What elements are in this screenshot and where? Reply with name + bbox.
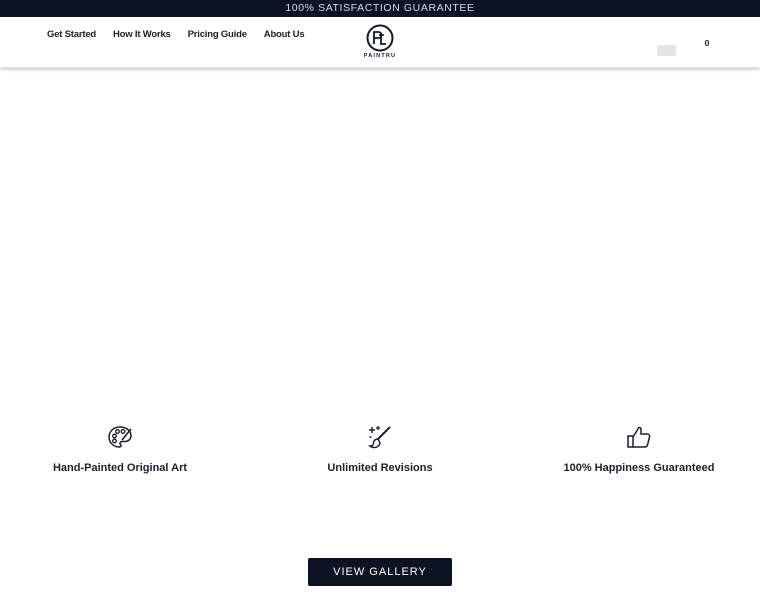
logo-mark-icon — [366, 24, 394, 52]
feature-revisions: Unlimited Revisions — [260, 424, 500, 474]
brush-sparkle-icon — [367, 426, 391, 449]
thumbs-up-icon — [627, 426, 651, 448]
nav-how-it-works[interactable]: How It Works — [113, 29, 171, 40]
feature-label: Hand-Painted Original Art — [52, 462, 188, 474]
cart-icon[interactable] — [657, 45, 676, 56]
nav-about-us[interactable]: About Us — [264, 29, 305, 40]
feature-happiness: 100% Happiness Guaranteed — [519, 424, 759, 474]
nav-get-started[interactable]: Get Started — [47, 29, 96, 40]
features-row: Hand-Painted Original Art Unlimited Revi… — [0, 424, 760, 484]
announcement-bar: 100% SATISFACTION GUARANTEE — [0, 0, 760, 17]
nav-pricing-guide[interactable]: Pricing Guide — [188, 29, 247, 40]
palette-icon — [108, 426, 132, 448]
feature-hand-painted: Hand-Painted Original Art — [0, 424, 240, 474]
feature-label: 100% Happiness Guaranteed — [563, 462, 715, 474]
site-header: Get Started How It Works Pricing Guide A… — [0, 17, 760, 68]
announcement-text: 100% SATISFACTION GUARANTEE — [285, 2, 475, 14]
view-gallery-button[interactable]: VIEW GALLERY — [308, 558, 452, 586]
feature-label: Unlimited Revisions — [327, 462, 433, 474]
logo-wordmark: PAINTRU — [363, 53, 397, 59]
cart-count: 0 — [704, 38, 710, 48]
main-nav: Get Started How It Works Pricing Guide A… — [47, 29, 321, 40]
